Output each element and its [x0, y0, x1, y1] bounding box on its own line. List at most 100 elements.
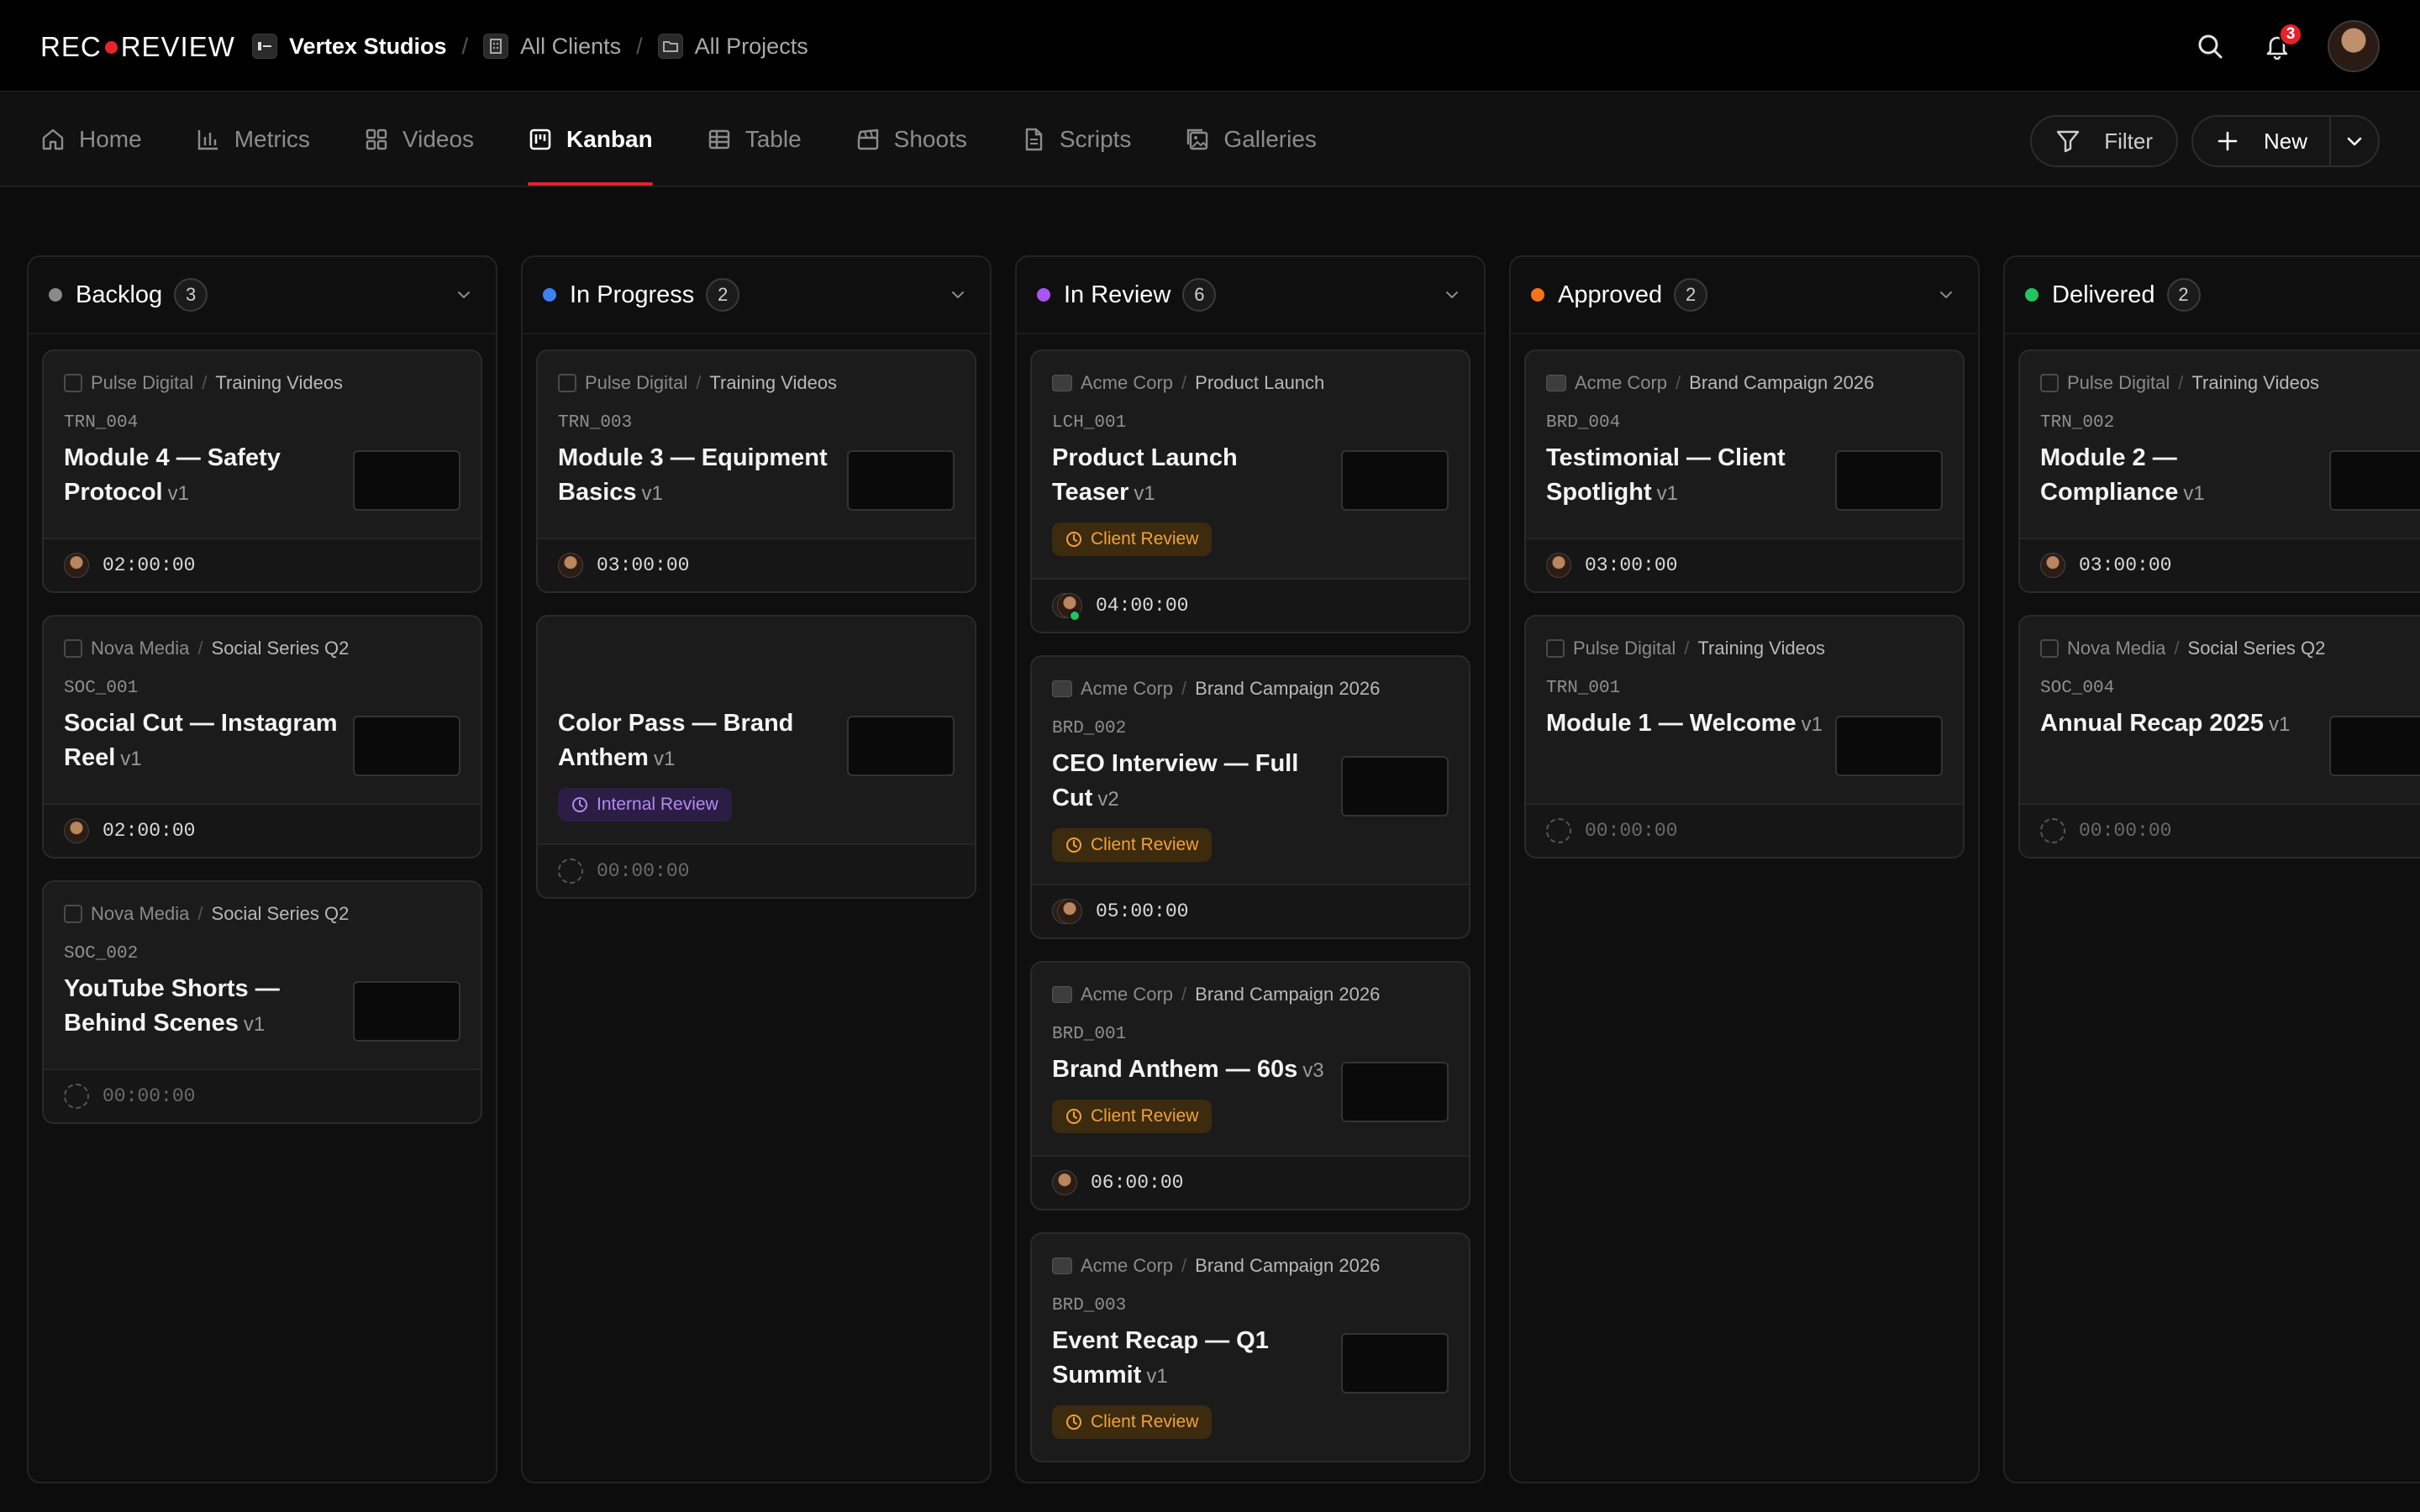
- client-name[interactable]: Acme Corp: [1081, 372, 1173, 394]
- video-card[interactable]: Nova Media / Social Series Q2 SOC_004 An…: [2018, 615, 2420, 858]
- client-name[interactable]: Pulse Digital: [91, 372, 193, 394]
- video-card[interactable]: Pulse Digital / Training Videos TRN_002 …: [2018, 349, 2420, 593]
- unassigned-avatar-icon[interactable]: [64, 1084, 89, 1109]
- select-checkbox[interactable]: [558, 374, 576, 392]
- project-name[interactable]: Brand Campaign 2026: [1689, 372, 1874, 394]
- tab-label: Metrics: [234, 126, 310, 152]
- select-checkbox[interactable]: [2040, 639, 2059, 658]
- project-name[interactable]: Social Series Q2: [212, 638, 350, 659]
- video-card[interactable]: Acme Corp / Brand Campaign 2026 BRD_001 …: [1030, 961, 1470, 1210]
- client-name[interactable]: Acme Corp: [1081, 1255, 1173, 1277]
- tab-scripts[interactable]: Scripts: [1021, 93, 1131, 186]
- video-thumbnail[interactable]: [2329, 450, 2420, 511]
- tab-table[interactable]: Table: [707, 93, 802, 186]
- project-name[interactable]: Social Series Q2: [212, 903, 350, 925]
- client-name[interactable]: Pulse Digital: [585, 372, 687, 394]
- video-card[interactable]: Acme Corp / Brand Campaign 2026 BRD_003 …: [1030, 1232, 1470, 1462]
- project-name[interactable]: Training Videos: [1697, 638, 1825, 659]
- video-thumbnail[interactable]: [353, 981, 460, 1042]
- new-label: New: [2263, 128, 2307, 154]
- breadcrumb-studio[interactable]: Vertex Studios: [252, 34, 447, 60]
- client-logo-icon: [1052, 1257, 1072, 1274]
- tab-galleries[interactable]: Galleries: [1185, 93, 1317, 186]
- video-thumbnail[interactable]: [1341, 1333, 1449, 1394]
- filter-button[interactable]: Filter: [2030, 115, 2178, 167]
- video-thumbnail[interactable]: [1341, 1062, 1449, 1122]
- column-in-review: In Review 6 Acme Corp / Product Launch L…: [1015, 255, 1486, 1483]
- project-name[interactable]: Brand Campaign 2026: [1195, 1255, 1380, 1277]
- video-thumbnail[interactable]: [1341, 450, 1449, 511]
- new-dropdown-button[interactable]: [2329, 117, 2378, 165]
- video-card[interactable]: Color Pass — Brand Anthem v1 Internal Rev…: [536, 615, 976, 899]
- card-body: Pulse Digital / Training Videos TRN_001 …: [1526, 617, 1963, 803]
- video-card[interactable]: Nova Media / Social Series Q2 SOC_002 Yo…: [42, 880, 482, 1124]
- project-name[interactable]: Brand Campaign 2026: [1195, 984, 1380, 1005]
- video-thumbnail[interactable]: [847, 450, 955, 511]
- assignee-avatar[interactable]: [1052, 1170, 1077, 1195]
- project-name[interactable]: Product Launch: [1195, 372, 1324, 394]
- video-thumbnail[interactable]: [1835, 716, 1943, 776]
- app-logo[interactable]: REC REVIEW: [40, 30, 235, 64]
- client-name[interactable]: Acme Corp: [1081, 678, 1173, 700]
- video-card[interactable]: Nova Media / Social Series Q2 SOC_001 So…: [42, 615, 482, 858]
- client-name[interactable]: Acme Corp: [1081, 984, 1173, 1005]
- project-name[interactable]: Training Videos: [215, 372, 343, 394]
- column-delivered: Delivered 2 Pulse Digital / Training Vid…: [2003, 255, 2420, 1483]
- unassigned-avatar-icon[interactable]: [558, 858, 583, 884]
- assignee-avatar[interactable]: [64, 553, 89, 578]
- tab-shoots[interactable]: Shoots: [855, 93, 967, 186]
- video-thumbnail[interactable]: [353, 450, 460, 511]
- video-thumbnail[interactable]: [1341, 756, 1449, 816]
- card-body: Nova Media / Social Series Q2 SOC_004 An…: [2020, 617, 2420, 803]
- card-meta: Nova Media / Social Series Q2: [64, 902, 460, 926]
- project-name[interactable]: Training Videos: [2191, 372, 2319, 394]
- assignee-avatar[interactable]: [1546, 553, 1571, 578]
- assignee-avatars[interactable]: [1052, 593, 1082, 622]
- column-collapse-button[interactable]: [1440, 283, 1464, 307]
- client-name[interactable]: Nova Media: [2067, 638, 2165, 659]
- search-button[interactable]: [2193, 29, 2227, 63]
- unassigned-avatar-icon[interactable]: [2040, 818, 2065, 843]
- assignee-avatar[interactable]: [64, 818, 89, 843]
- client-name[interactable]: Nova Media: [91, 638, 189, 659]
- tab-metrics[interactable]: Metrics: [196, 93, 310, 186]
- video-thumbnail[interactable]: [2329, 716, 2420, 776]
- client-name[interactable]: Pulse Digital: [2067, 372, 2170, 394]
- video-card[interactable]: Acme Corp / Brand Campaign 2026 BRD_002 …: [1030, 655, 1470, 939]
- column-collapse-button[interactable]: [452, 283, 476, 307]
- tab-home[interactable]: Home: [40, 93, 142, 186]
- tab-videos[interactable]: Videos: [364, 93, 474, 186]
- select-checkbox[interactable]: [2040, 374, 2059, 392]
- video-thumbnail[interactable]: [847, 716, 955, 776]
- video-card[interactable]: Pulse Digital / Training Videos TRN_003 …: [536, 349, 976, 593]
- video-card[interactable]: Pulse Digital / Training Videos TRN_001 …: [1524, 615, 1965, 858]
- select-checkbox[interactable]: [1546, 639, 1565, 658]
- select-checkbox[interactable]: [64, 639, 82, 658]
- assignee-avatars[interactable]: [1052, 899, 1082, 924]
- project-name[interactable]: Brand Campaign 2026: [1195, 678, 1380, 700]
- tab-kanban[interactable]: Kanban: [528, 93, 653, 186]
- select-checkbox[interactable]: [64, 905, 82, 923]
- video-thumbnail[interactable]: [1835, 450, 1943, 511]
- unassigned-avatar-icon[interactable]: [1546, 818, 1571, 843]
- duration: 03:00:00: [2079, 554, 2172, 576]
- client-name[interactable]: Acme Corp: [1575, 372, 1667, 394]
- select-checkbox[interactable]: [64, 374, 82, 392]
- client-name[interactable]: Pulse Digital: [1573, 638, 1676, 659]
- new-button[interactable]: New: [2193, 117, 2329, 165]
- column-collapse-button[interactable]: [946, 283, 970, 307]
- video-card[interactable]: Acme Corp / Product Launch LCH_001 Produ…: [1030, 349, 1470, 633]
- user-avatar[interactable]: [2328, 20, 2380, 72]
- project-name[interactable]: Training Videos: [709, 372, 837, 394]
- video-card[interactable]: Acme Corp / Brand Campaign 2026 BRD_004 …: [1524, 349, 1965, 593]
- video-card[interactable]: Pulse Digital / Training Videos TRN_004 …: [42, 349, 482, 593]
- breadcrumb-all-projects[interactable]: All Projects: [657, 34, 808, 60]
- notifications-button[interactable]: 3: [2260, 23, 2302, 63]
- assignee-avatar[interactable]: [2040, 553, 2065, 578]
- video-thumbnail[interactable]: [353, 716, 460, 776]
- project-name[interactable]: Social Series Q2: [2188, 638, 2326, 659]
- assignee-avatar[interactable]: [558, 553, 583, 578]
- breadcrumb-all-clients[interactable]: All Clients: [483, 34, 621, 60]
- column-collapse-button[interactable]: [1934, 283, 1958, 307]
- client-name[interactable]: Nova Media: [91, 903, 189, 925]
